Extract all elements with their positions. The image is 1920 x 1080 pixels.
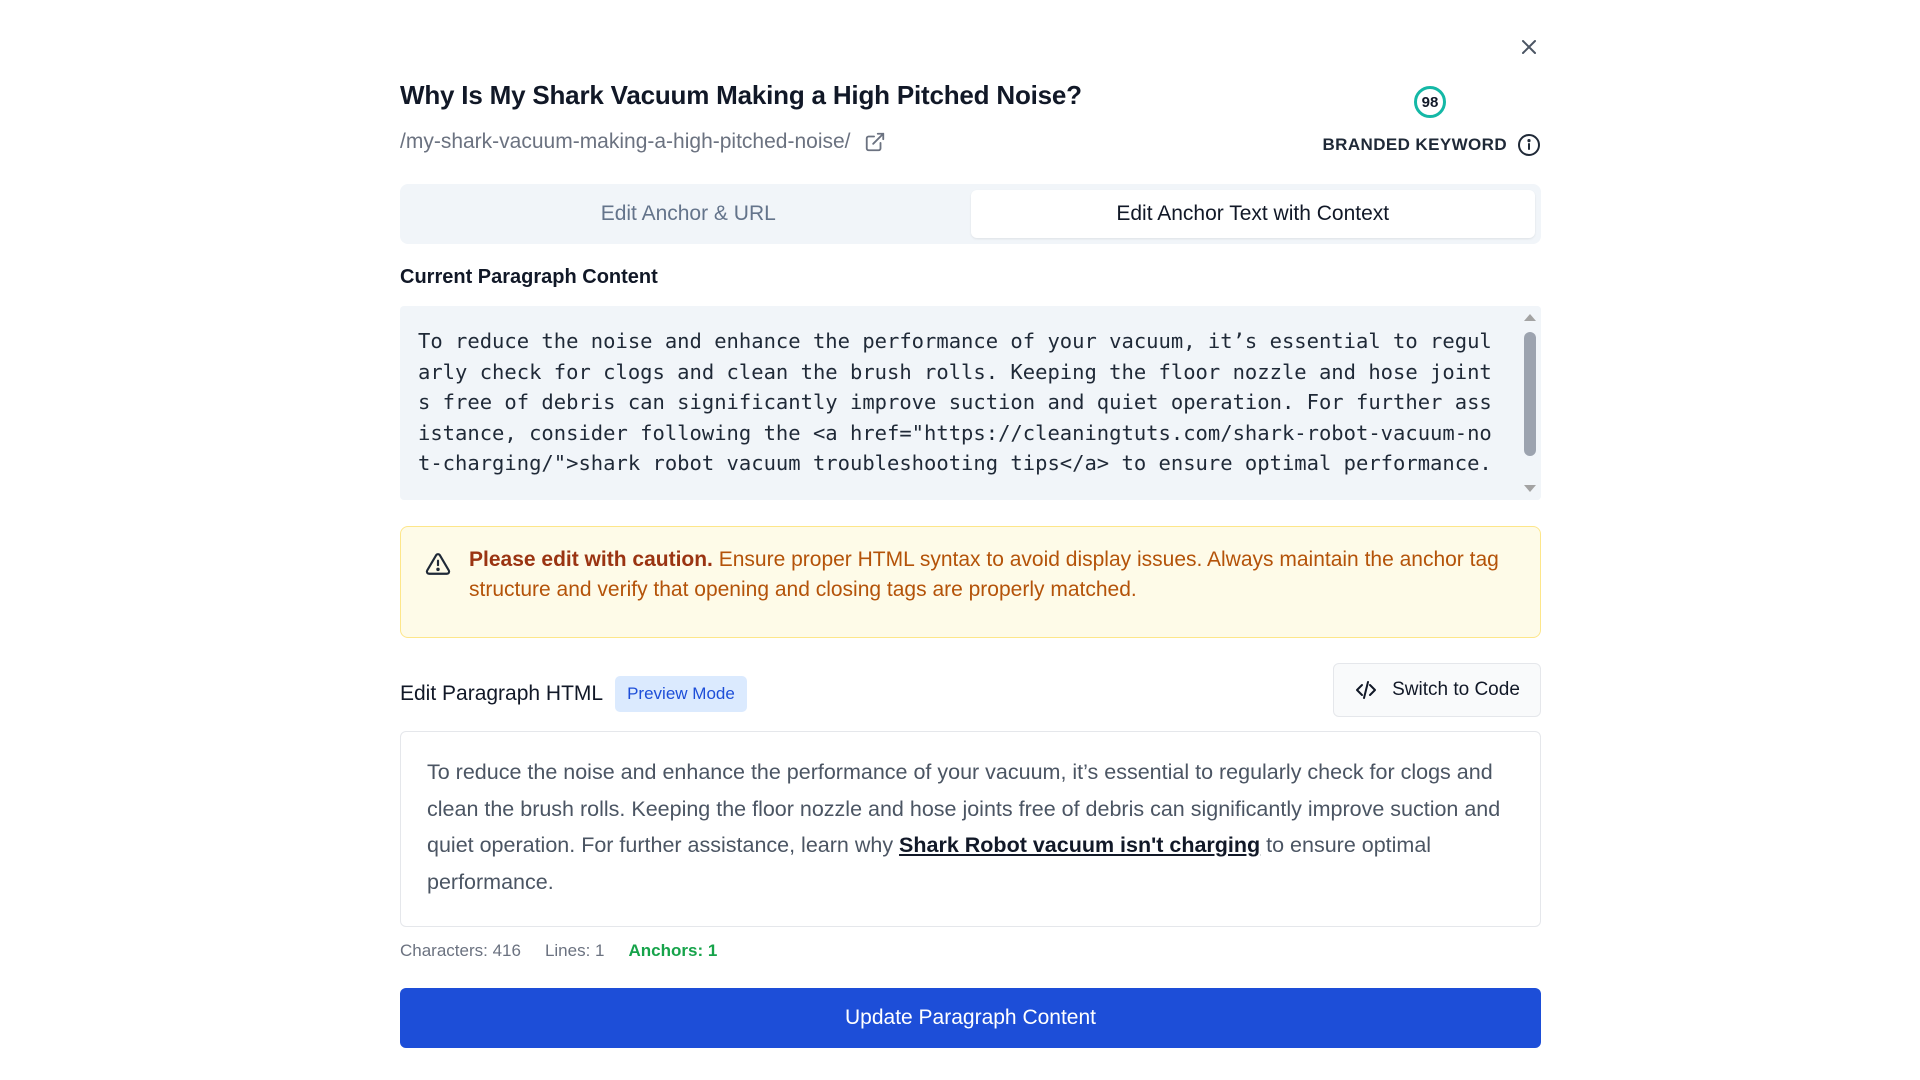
editor-header: Edit Paragraph HTML Preview Mode [400,676,747,712]
score-badge: 98 [1414,86,1446,118]
editor-stats: Characters: 416 Lines: 1 Anchors: 1 [400,941,717,961]
external-link-icon [865,132,884,152]
mode-badge: Preview Mode [615,676,747,712]
scroll-thumb[interactable] [1524,332,1536,456]
textarea-scrollbar[interactable] [1519,306,1541,500]
info-button[interactable] [1517,133,1541,157]
character-count: Characters: 416 [400,941,521,960]
current-paragraph-label: Current Paragraph Content [400,266,658,288]
update-paragraph-button[interactable]: Update Paragraph Content [400,988,1541,1048]
caution-alert: Please edit with caution. Ensure proper … [400,526,1541,638]
switch-to-code-label: Switch to Code [1392,679,1520,700]
url-path: /my-shark-vacuum-making-a-high-pitched-n… [400,130,851,153]
tab-edit-anchor-context[interactable]: Edit Anchor Text with Context [970,190,1535,238]
tab-bar: Edit Anchor & URL Edit Anchor Text with … [400,184,1541,244]
edit-link-dialog: Why Is My Shark Vacuum Making a High Pit… [400,0,1541,1080]
preview-anchor-link[interactable]: Shark Robot vacuum isn't charging [899,833,1260,857]
warning-triangle-icon [425,553,451,575]
tab-edit-anchor-url[interactable]: Edit Anchor & URL [406,190,971,238]
open-url-button[interactable] [863,130,887,154]
current-paragraph-text: To reduce the noise and enhance the perf… [418,329,1492,476]
anchor-count: Anchors: 1 [628,941,718,960]
keyword-type-label: BRANDED KEYWORD [1322,135,1507,154]
editor-label: Edit Paragraph HTML [400,682,604,705]
info-icon [1518,134,1540,156]
line-count: Lines: 1 [544,941,605,960]
page-title: Why Is My Shark Vacuum Making a High Pit… [400,80,1082,110]
close-icon [1522,40,1536,54]
current-paragraph-textarea[interactable]: To reduce the noise and enhance the perf… [400,306,1541,500]
code-icon [1356,681,1377,699]
paragraph-preview[interactable]: To reduce the noise and enhance the perf… [400,731,1541,927]
keyword-type: BRANDED KEYWORD [1323,133,1542,157]
scroll-down-arrow-icon[interactable] [1524,485,1536,492]
close-button[interactable] [1516,34,1542,60]
switch-to-code-button[interactable]: Switch to Code [1333,663,1541,717]
url-row: /my-shark-vacuum-making-a-high-pitched-n… [400,130,887,154]
caution-title: Please edit with caution. [469,548,713,571]
scroll-up-arrow-icon[interactable] [1524,314,1536,321]
